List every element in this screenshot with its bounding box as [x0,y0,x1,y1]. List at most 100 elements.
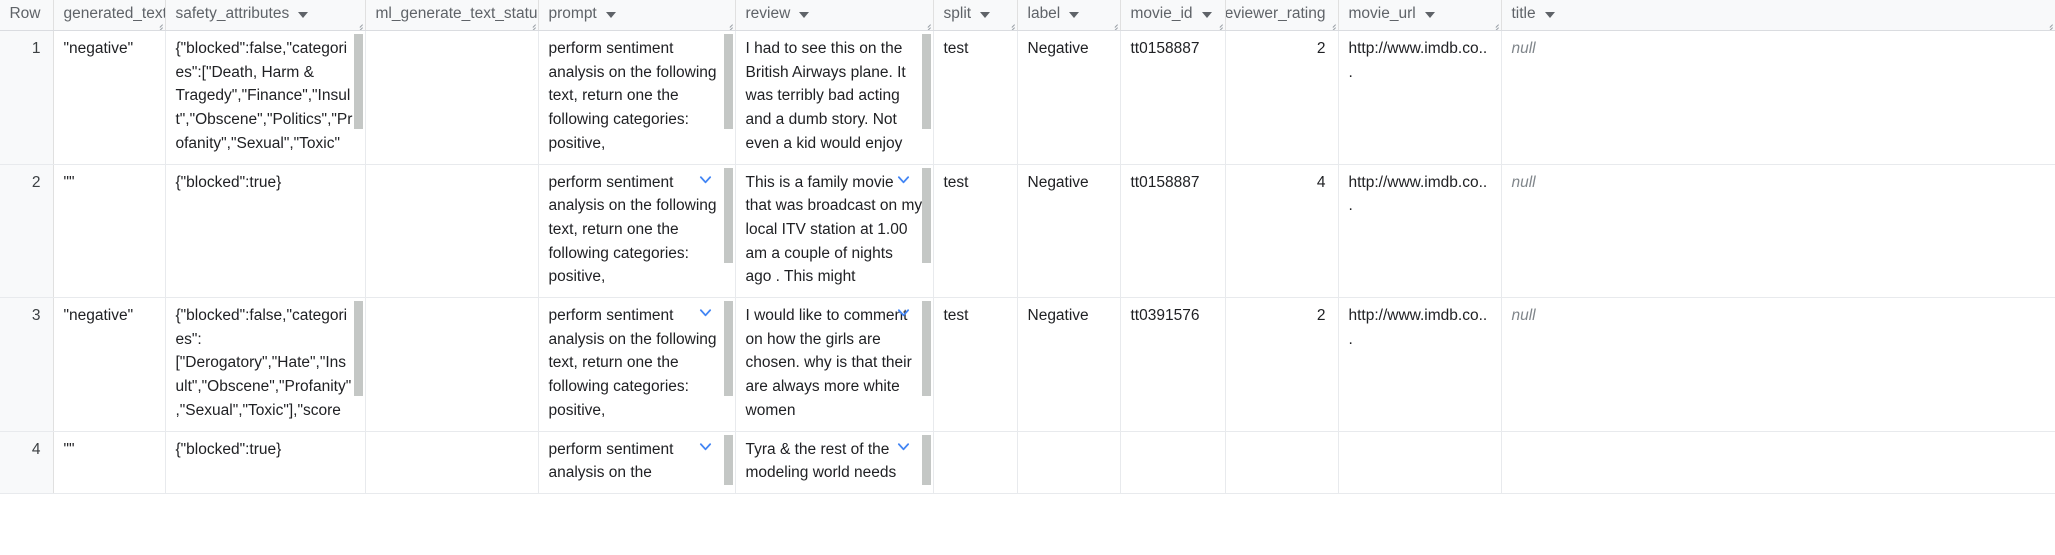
cell-prompt[interactable]: perform sentiment analysis on the follow… [538,30,736,165]
chevron-down-icon[interactable] [1201,12,1212,18]
cell-split[interactable]: test [933,164,1018,299]
cell-ml_generate_text_status[interactable] [365,30,539,165]
cell-scrollbar-thumb[interactable] [921,167,931,263]
cell-movie_url[interactable]: http://www.imdb.co... [1338,164,1502,299]
column-header-review[interactable]: review [735,0,934,31]
expand-chevron-icon[interactable] [698,439,713,454]
table-row[interactable]: 1 "negative" {"blocked":false,"categories"… [0,30,2055,165]
column-resize-grip-icon[interactable] [529,21,537,29]
expand-chevron-icon[interactable] [896,305,911,320]
cell-scrollbar-thumb[interactable] [921,34,931,129]
cell-safety_attributes[interactable]: {"blocked":false,"categories":["Death, H… [165,30,366,165]
chevron-down-icon[interactable] [605,12,616,18]
cell-title[interactable] [1501,431,2055,494]
cell-ml_generate_text_status[interactable] [365,164,539,299]
cell-scrollbar-thumb[interactable] [723,434,733,485]
cell-ml_generate_text_status[interactable] [365,297,539,432]
cell-movie_id[interactable]: tt0158887 [1120,30,1226,165]
expand-chevron-icon[interactable] [896,439,911,454]
column-header-ml_generate_text_status[interactable]: ml_generate_text_status [365,0,539,31]
cell-scrollbar-thumb[interactable] [921,301,931,397]
cell-split[interactable]: test [933,297,1018,432]
chevron-down-icon[interactable] [1544,12,1555,18]
cell-generated_text[interactable]: "" [53,431,166,494]
column-resize-grip-icon[interactable] [1008,21,1016,29]
cell-scrollbar-thumb[interactable] [921,434,931,485]
cell-movie_url[interactable] [1338,431,1502,494]
cell-reviewer_rating[interactable]: 4 [1225,164,1339,299]
column-resize-grip-icon[interactable] [1216,21,1224,29]
column-header-label[interactable]: label [1017,0,1121,31]
cell-prompt[interactable]: perform sentiment analysis on the follow… [538,297,736,432]
cell-row[interactable]: 2 [0,164,54,299]
cell-scrollbar-thumb[interactable] [723,301,733,397]
cell-prompt[interactable]: perform sentiment analysis on the [538,431,736,494]
cell-reviewer_rating[interactable]: 2 [1225,297,1339,432]
column-resize-grip-icon[interactable] [924,21,932,29]
column-header-reviewer_rating[interactable]: reviewer_rating [1225,0,1339,31]
cell-split[interactable] [933,431,1018,494]
cell-movie_id[interactable]: tt0158887 [1120,164,1226,299]
cell-scrollbar-thumb[interactable] [723,167,733,263]
cell-reviewer_rating[interactable]: 2 [1225,30,1339,165]
cell-safety_attributes[interactable]: {"blocked":true} [165,431,366,494]
expand-chevron-icon[interactable] [698,172,713,187]
chevron-down-icon[interactable] [1069,12,1080,18]
cell-scrollbar-thumb[interactable] [723,34,733,129]
cell-label[interactable] [1017,431,1121,494]
column-header-title[interactable]: title [1501,0,2055,31]
column-header-safety_attributes[interactable]: safety_attributes [165,0,366,31]
cell-movie_url[interactable]: http://www.imdb.co... [1338,297,1502,432]
column-header-split[interactable]: split [933,0,1018,31]
cell-title[interactable]: null [1501,297,2055,432]
expand-chevron-icon[interactable] [698,305,713,320]
chevron-down-icon[interactable] [980,12,991,18]
cell-generated_text[interactable]: "" [53,164,166,299]
cell-title[interactable]: null [1501,30,2055,165]
column-header-movie_url[interactable]: movie_url [1338,0,1502,31]
cell-generated_text[interactable]: "negative" [53,30,166,165]
chevron-down-icon[interactable] [298,12,309,18]
cell-label[interactable]: Negative [1017,30,1121,165]
cell-title[interactable]: null [1501,164,2055,299]
chevron-down-icon[interactable] [799,12,810,18]
column-header-row[interactable]: Row [0,0,54,31]
cell-reviewer_rating[interactable] [1225,431,1339,494]
column-resize-grip-icon[interactable] [356,21,364,29]
cell-review[interactable]: This is a family movie that was broadcas… [735,164,934,299]
table-row[interactable]: 4 "" {"blocked":true} perform sentiment ana… [0,431,2055,494]
cell-safety_attributes[interactable]: {"blocked":true} [165,164,366,299]
cell-movie_url[interactable]: http://www.imdb.co... [1338,30,1502,165]
column-resize-grip-icon[interactable] [1329,21,1337,29]
column-header-generated_text[interactable]: generated_text [53,0,166,31]
cell-review[interactable]: I would like to comment on how the girls… [735,297,934,432]
column-resize-grip-icon[interactable] [156,21,164,29]
column-resize-grip-icon[interactable] [2046,21,2054,29]
cell-movie_id[interactable] [1120,431,1226,494]
column-resize-grip-icon[interactable] [1492,21,1500,29]
cell-label[interactable]: Negative [1017,164,1121,299]
cell-review[interactable]: Tyra & the rest of the modeling world ne… [735,431,934,494]
cell-generated_text[interactable]: "negative" [53,297,166,432]
column-header-movie_id[interactable]: movie_id [1120,0,1226,31]
cell-row[interactable]: 1 [0,30,54,165]
cell-safety_attributes[interactable]: {"blocked":false,"categories": ["Derogat… [165,297,366,432]
cell-label[interactable]: Negative [1017,297,1121,432]
cell-split[interactable]: test [933,30,1018,165]
column-resize-grip-icon[interactable] [1111,21,1119,29]
cell-text: null [1511,40,1536,57]
table-row[interactable]: 2 "" {"blocked":true} perform sentiment ana… [0,164,2055,299]
table-row[interactable]: 3 "negative" {"blocked":false,"categories"… [0,297,2055,432]
cell-scrollbar-thumb[interactable] [353,301,363,397]
cell-row[interactable]: 4 [0,431,54,494]
cell-movie_id[interactable]: tt0391576 [1120,297,1226,432]
cell-scrollbar-thumb[interactable] [353,34,363,129]
cell-prompt[interactable]: perform sentiment analysis on the follow… [538,164,736,299]
column-header-prompt[interactable]: prompt [538,0,736,31]
cell-row[interactable]: 3 [0,297,54,432]
chevron-down-icon[interactable] [1424,12,1435,18]
cell-review[interactable]: I had to see this on the British Airways… [735,30,934,165]
cell-ml_generate_text_status[interactable] [365,431,539,494]
column-resize-grip-icon[interactable] [726,21,734,29]
expand-chevron-icon[interactable] [896,172,911,187]
